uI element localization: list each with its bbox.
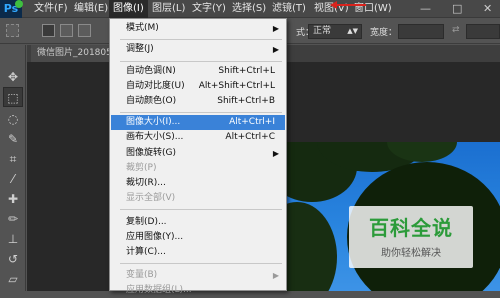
submenu-arrow-icon: ▶ <box>272 271 279 280</box>
menu-item-auto-contrast[interactable]: 自动对比度(U) Alt+Shift+Ctrl+L <box>111 79 285 94</box>
menu-item-label: 变量(B) <box>126 270 158 280</box>
quick-selection-tool-icon[interactable]: ✎ <box>3 129 23 149</box>
menu-item-auto-tone[interactable]: 自动色调(N) Shift+Ctrl+L <box>111 64 285 79</box>
menu-item-shortcut: Alt+Ctrl+C <box>225 132 275 142</box>
menu-item-label: 自动对比度(U) <box>126 81 185 91</box>
lasso-tool-icon[interactable]: ◌ <box>3 109 23 129</box>
swap-icon[interactable]: ⇄ <box>452 25 460 35</box>
height-input[interactable] <box>466 24 500 39</box>
marquee-tool-icon[interactable]: ⬚ <box>3 87 23 107</box>
menu-bar: Ps 文件(F) 编辑(E) 图像(I) 图层(L) 文字(Y) 选择(S) 滤… <box>0 0 500 18</box>
menu-layer[interactable]: 图层(L) <box>148 0 189 18</box>
menu-item-label: 自动颜色(O) <box>126 96 177 106</box>
menu-item-label: 计算(C)... <box>126 247 166 257</box>
clone-stamp-tool-icon[interactable]: ⊥ <box>3 229 23 249</box>
add-selection-icon[interactable] <box>60 24 73 37</box>
chevron-down-icon: ▲▼ <box>347 27 358 35</box>
width-label: 宽度： <box>370 28 398 38</box>
menu-item-crop: 裁剪(P) <box>111 161 285 176</box>
menu-item-label: 图像大小(I)... <box>126 117 181 127</box>
menu-item-label: 画布大小(S)... <box>126 132 184 142</box>
menu-file[interactable]: 文件(F) <box>30 0 72 18</box>
update-badge-icon <box>15 0 23 8</box>
eraser-tool-icon[interactable]: ▱ <box>3 269 23 289</box>
menu-item-shortcut: Alt+Shift+Ctrl+L <box>198 81 275 91</box>
menu-item-label: 应用数据组(L)... <box>126 285 192 295</box>
menu-edit[interactable]: 编辑(E) <box>70 0 112 18</box>
crop-tool-icon[interactable]: ⌗ <box>3 149 23 169</box>
menu-select[interactable]: 选择(S) <box>228 0 270 18</box>
menu-item-image-rotation[interactable]: 图像旋转(G) ▶ <box>111 146 285 161</box>
menu-item-calculations[interactable]: 计算(C)... <box>111 245 285 260</box>
move-tool-icon[interactable]: ✥ <box>3 67 23 87</box>
menu-item-label: 应用图像(Y)... <box>126 232 184 242</box>
width-input[interactable] <box>398 24 444 39</box>
brush-tool-icon[interactable]: ✏ <box>3 209 23 229</box>
subtract-selection-icon[interactable] <box>78 24 91 37</box>
close-icon[interactable]: ✕ <box>483 2 492 16</box>
watermark-title: 百科全说 <box>369 216 453 240</box>
submenu-arrow-icon: ▶ <box>272 45 279 54</box>
tools-panel: ✥ ⬚ ◌ ✎ ⌗ ⁄ ✚ ✏ ⊥ ↺ ▱ <box>0 45 26 291</box>
menu-filter[interactable]: 滤镜(T) <box>268 0 310 18</box>
menu-divider <box>120 263 282 264</box>
image-menu-dropdown: 模式(M) ▶ 调整(J) ▶ 自动色调(N) Shift+Ctrl+L 自动对… <box>109 18 287 295</box>
menu-item-reveal-all: 显示全部(V) <box>111 191 285 206</box>
menu-divider <box>120 209 282 210</box>
menu-item-label: 模式(M) <box>126 23 159 33</box>
menu-type[interactable]: 文字(Y) <box>188 0 230 18</box>
menu-divider <box>120 61 282 62</box>
menu-item-label: 显示全部(V) <box>126 193 176 203</box>
eyedropper-tool-icon[interactable]: ⁄ <box>3 169 23 189</box>
menu-item-duplicate[interactable]: 复制(D)... <box>111 215 285 230</box>
menu-item-image-size[interactable]: 图像大小(I)... Alt+Ctrl+I <box>111 115 285 130</box>
annotation-arrow <box>330 1 366 9</box>
menu-window[interactable]: 窗口(W) <box>350 0 396 18</box>
submenu-arrow-icon: ▶ <box>272 149 279 158</box>
menu-image[interactable]: 图像(I) <box>109 0 148 18</box>
menu-item-label: 图像旋转(G) <box>126 148 176 158</box>
watermark-subtitle: 助你轻松解决 <box>381 248 441 259</box>
style-select-value: 正常 <box>313 26 332 36</box>
menu-item-label: 自动色调(N) <box>126 66 176 76</box>
menu-item-apply-image[interactable]: 应用图像(Y)... <box>111 230 285 245</box>
submenu-arrow-icon: ▶ <box>272 24 279 33</box>
menu-item-shortcut: Alt+Ctrl+I <box>229 117 275 127</box>
menu-item-shortcut: Shift+Ctrl+L <box>218 66 275 76</box>
menu-item-label: 调整(J) <box>126 44 154 54</box>
maximize-icon[interactable]: □ <box>452 2 462 16</box>
menu-item-adjustments[interactable]: 调整(J) ▶ <box>111 42 285 57</box>
menu-item-label: 裁剪(P) <box>126 163 157 173</box>
menu-item-canvas-size[interactable]: 画布大小(S)... Alt+Ctrl+C <box>111 130 285 145</box>
history-brush-tool-icon[interactable]: ↺ <box>3 249 23 269</box>
menu-item-label: 裁切(R)... <box>126 178 166 188</box>
watermark: 百科全说 助你轻松解决 <box>349 206 473 268</box>
document-tab[interactable]: 微信图片_201805 <box>31 45 118 62</box>
marquee-preset-icon[interactable] <box>6 24 19 37</box>
menu-item-shortcut: Shift+Ctrl+B <box>217 96 275 106</box>
style-select[interactable]: 正常 ▲▼ <box>308 24 362 39</box>
menu-item-trim[interactable]: 裁切(R)... <box>111 176 285 191</box>
menu-divider <box>120 39 282 40</box>
menu-item-variables: 变量(B) ▶ <box>111 268 285 283</box>
menu-item-label: 复制(D)... <box>126 217 167 227</box>
new-selection-icon[interactable] <box>42 24 55 37</box>
menu-item-auto-color[interactable]: 自动颜色(O) Shift+Ctrl+B <box>111 94 285 109</box>
minimize-icon[interactable]: — <box>420 2 431 16</box>
healing-brush-tool-icon[interactable]: ✚ <box>3 189 23 209</box>
menu-item-mode[interactable]: 模式(M) ▶ <box>111 21 285 36</box>
menu-divider <box>120 112 282 113</box>
